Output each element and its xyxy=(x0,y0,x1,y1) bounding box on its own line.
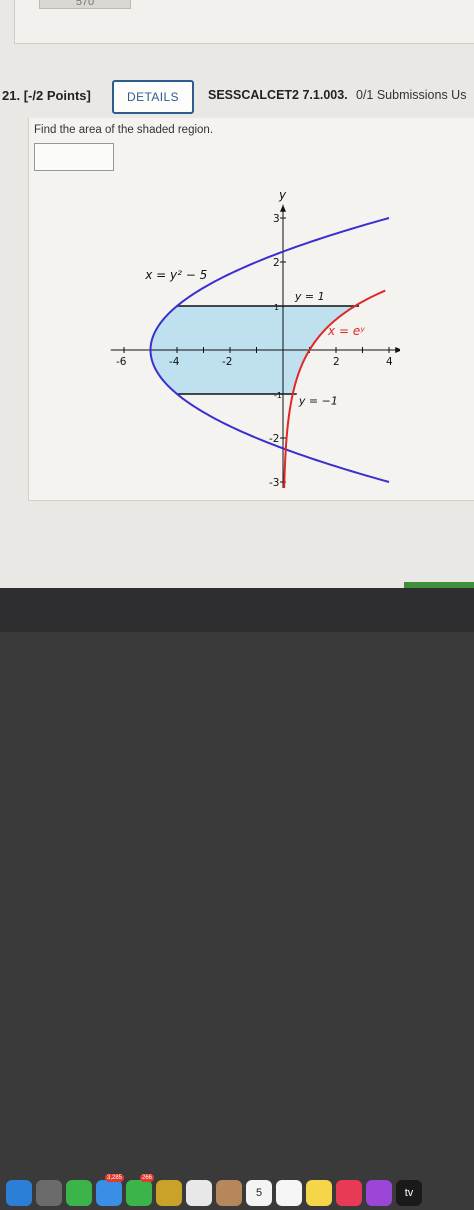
line-y-1-label: y = 1 xyxy=(294,290,325,303)
y-tick-label: 1 xyxy=(274,303,279,312)
music-icon[interactable] xyxy=(336,1180,362,1206)
parabola-label: x = y² − 5 xyxy=(144,268,207,282)
y-axis-arrow xyxy=(280,204,286,212)
dock-bar: 3,285 266 5 tv xyxy=(0,588,474,1206)
facetime-icon[interactable] xyxy=(66,1180,92,1206)
y-tick-label: 2 xyxy=(273,257,280,269)
question-prompt: Find the area of the shaded region. xyxy=(34,124,214,136)
finder-icon[interactable] xyxy=(6,1180,32,1206)
area-graph: xy-6-4-22432-2-31-1x = y² − 5y = 1y = −1… xyxy=(110,188,400,488)
calendar-icon-text: 5 xyxy=(255,1187,263,1199)
launchpad-icon[interactable] xyxy=(36,1180,62,1206)
question-points: [-/2 Points] xyxy=(23,88,91,103)
messages-icon[interactable]: 266 xyxy=(126,1174,154,1206)
x-tick-label: -4 xyxy=(169,356,180,368)
calendar-icon[interactable]: 5 xyxy=(246,1180,272,1206)
submissions-count: 0/1 Submissions Us xyxy=(356,88,467,102)
exp-label: x = eʸ xyxy=(327,324,365,338)
messages-icon-badge: 266 xyxy=(139,1174,154,1182)
mail-icon[interactable]: 3,285 xyxy=(96,1174,124,1206)
question-code: SESSCALCET2 7.1.003. xyxy=(208,88,348,102)
chart-layer: xy-6-4-22432-2-31-1x = y² − 5y = 1y = −1… xyxy=(110,188,400,488)
previous-answer-input[interactable]: 570 xyxy=(39,0,131,9)
photos-icon[interactable] xyxy=(186,1180,212,1206)
mail-icon-badge: 3,285 xyxy=(104,1174,124,1182)
reminders-icon[interactable] xyxy=(276,1180,302,1206)
previous-question-card: 570 xyxy=(14,0,474,44)
tv-icon[interactable]: tv xyxy=(396,1180,422,1206)
x-tick-label: 2 xyxy=(333,356,340,368)
details-button[interactable]: DETAILS xyxy=(112,80,194,114)
contacts-icon[interactable] xyxy=(216,1180,242,1206)
x-tick-label: -2 xyxy=(222,356,232,368)
answer-input[interactable] xyxy=(34,143,114,171)
y-tick-label: -1 xyxy=(274,391,282,400)
y-tick-label: -3 xyxy=(269,477,279,488)
notes-icon[interactable] xyxy=(306,1180,332,1206)
x-tick-label: -6 xyxy=(116,356,127,368)
x-axis-arrow xyxy=(395,347,400,353)
y-axis-label: y xyxy=(278,188,287,202)
tv-icon-text: tv xyxy=(404,1187,414,1199)
question-number-points: 21. [-/2 Points] xyxy=(2,88,91,103)
question-number: 21. xyxy=(2,88,21,103)
y-tick-label: 3 xyxy=(273,213,280,225)
line-y-neg1-label: y = −1 xyxy=(298,394,338,407)
photos-booth-icon[interactable] xyxy=(156,1180,182,1206)
x-tick-label: 4 xyxy=(386,356,393,368)
browser-viewport: 570 21. [-/2 Points] DETAILS SESSCALCET2… xyxy=(0,0,474,588)
dock: 3,285 266 5 tv xyxy=(6,1174,422,1210)
question-header: 21. [-/2 Points] DETAILS SESSCALCET2 7.1… xyxy=(0,80,474,114)
podcasts-icon[interactable] xyxy=(366,1180,392,1206)
